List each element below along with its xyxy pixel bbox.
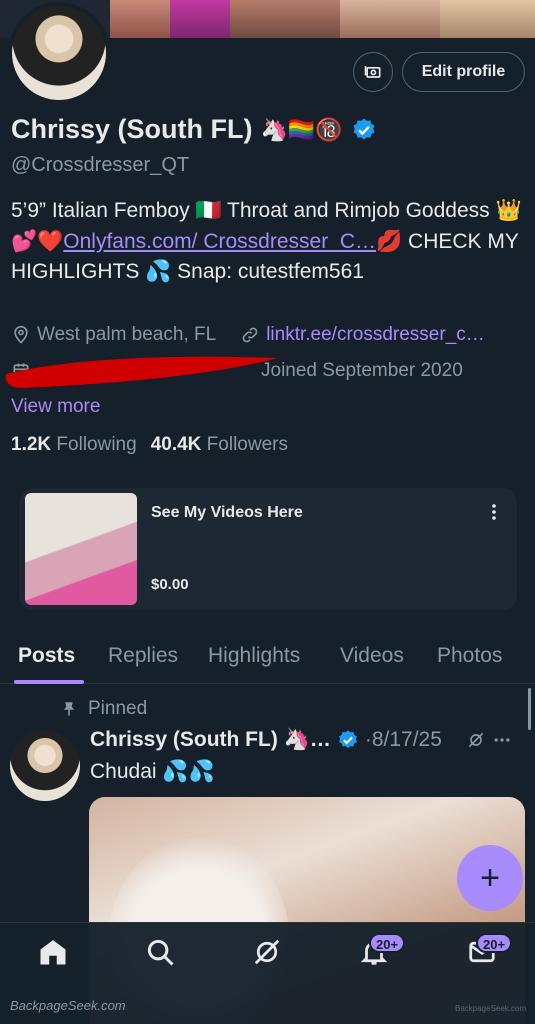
watermark: BackpageSeek.com [10, 998, 126, 1013]
banner-photo [440, 0, 535, 38]
active-tab-indicator [14, 680, 84, 684]
display-name: Chrissy (South FL) [11, 114, 253, 144]
product-title: See My Videos Here [151, 504, 303, 521]
website-link[interactable]: linktr.ee/crossdresser_c… [266, 324, 485, 346]
home-icon[interactable] [38, 937, 68, 967]
followers-stat[interactable]: 40.4K Followers [151, 434, 288, 456]
profile-bio: 5’9” Italian Femboy 🇮🇹 Throat and Rimjob… [11, 196, 526, 288]
link-icon [242, 327, 258, 343]
tab-photos[interactable]: Photos [437, 644, 502, 668]
tab-replies[interactable]: Replies [108, 644, 178, 668]
plus-icon: + [480, 858, 500, 897]
edit-profile-button[interactable]: Edit profile [402, 52, 525, 92]
followers-count: 40.4K [150, 434, 202, 455]
redaction-mark [5, 356, 278, 388]
banner-photo [230, 0, 340, 38]
post-author[interactable]: Chrissy (South FL) 🦄… [90, 728, 331, 752]
monetization-button[interactable] [353, 52, 393, 92]
handle: @Crossdresser_QT [11, 154, 190, 176]
more-options-icon[interactable] [489, 502, 499, 522]
watermark: BackpageSeek.com [455, 1004, 527, 1013]
compose-button[interactable]: + [457, 845, 523, 911]
following-count: 1.2K [11, 434, 52, 455]
grok-icon[interactable] [252, 937, 282, 967]
more-options-icon[interactable] [492, 730, 512, 750]
location-text: West palm beach, FL [37, 324, 217, 345]
verified-badge-icon[interactable] [351, 117, 377, 143]
post-header: Chrissy (South FL) 🦄… ·8/17/25 [90, 728, 512, 752]
following-stat[interactable]: 1.2K Following [11, 434, 137, 456]
messages-badge: 20+ [476, 933, 513, 953]
banner-photo [170, 0, 230, 38]
profile-avatar[interactable] [8, 2, 110, 104]
product-image [25, 493, 137, 605]
joined-date: Joined September 2020 [261, 360, 463, 381]
pinned-indicator: Pinned [60, 698, 147, 720]
product-price: $0.00 [151, 576, 189, 593]
avatar-image [12, 6, 106, 100]
name-emojis: 🦄🏳️‍🌈🔞 [260, 116, 343, 142]
banner-photo [110, 0, 170, 38]
pinned-label: Pinned [88, 698, 148, 719]
search-icon[interactable] [145, 937, 175, 967]
verified-badge-icon [338, 730, 357, 748]
money-icon [364, 66, 381, 78]
banner-photo [340, 0, 440, 38]
tab-highlights[interactable]: Highlights [208, 644, 300, 668]
product-card[interactable]: See My Videos Here $0.00 [19, 488, 517, 610]
post-date[interactable]: ·8/17/25 [365, 728, 442, 752]
profile-tabs: Posts Replies Highlights Videos Photos [0, 636, 535, 684]
tab-posts[interactable]: Posts [18, 644, 75, 668]
followers-label: Followers [206, 434, 288, 455]
scrollbar[interactable] [528, 688, 531, 730]
post-avatar[interactable] [10, 731, 80, 801]
bio-link[interactable]: Onlyfans.com/ Crossdresser_C… [63, 230, 376, 253]
notifications-badge: 20+ [369, 933, 406, 953]
pin-icon [63, 702, 75, 716]
following-label: Following [56, 434, 137, 455]
grok-icon[interactable] [466, 730, 486, 750]
post-text: Chudai 💦💦 [90, 760, 215, 783]
view-more-link[interactable]: View more [11, 396, 100, 418]
tab-videos[interactable]: Videos [340, 644, 404, 668]
location-icon [14, 325, 28, 344]
